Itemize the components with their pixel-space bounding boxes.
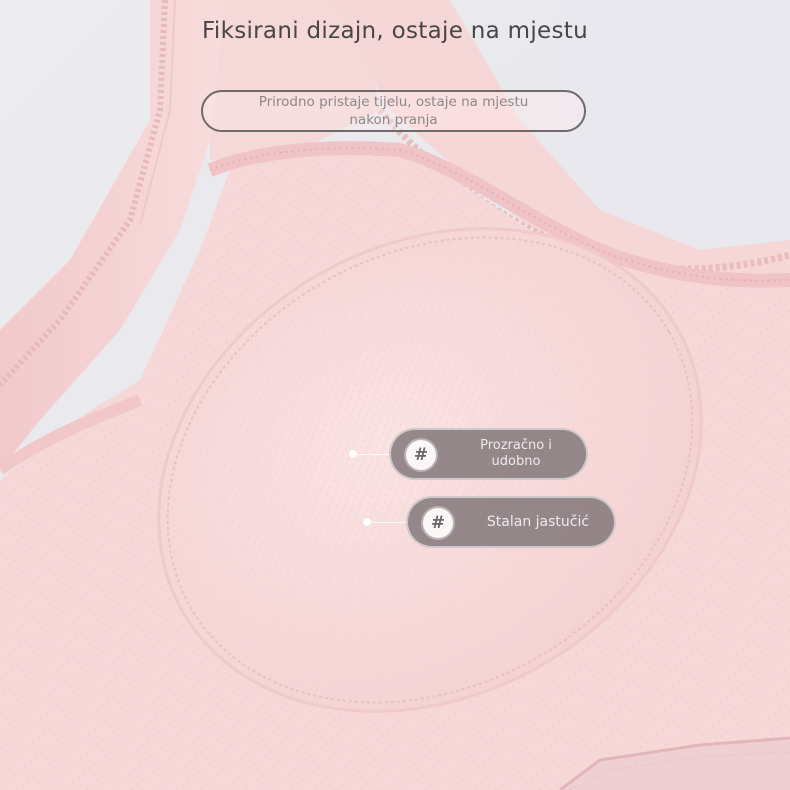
callout-2-connector-line (371, 522, 408, 523)
subtitle-pill: Prirodno pristaje tijelu, ostaje na mjes… (201, 90, 586, 132)
callout-1-line-2: udobno (491, 454, 541, 469)
callout-2-anchor-dot (363, 518, 371, 526)
subtitle-line-1: Prirodno pristaje tijelu, ostaje na mjes… (258, 94, 529, 110)
callout-stable-pad: # Stalan jastučić (406, 496, 616, 548)
headline: Fiksirani dizajn, ostaje na mjestu (202, 18, 588, 44)
callout-1-text: Prozračno i udobno (451, 438, 581, 470)
product-image-canvas: Fiksirani dizajn, ostaje na mjestu Priro… (0, 0, 790, 790)
callout-1-connector-line (357, 454, 391, 455)
hash-icon: # (423, 508, 453, 538)
subtitle-line-2: nakon pranja (349, 112, 438, 128)
hash-icon: # (406, 440, 436, 470)
callout-breathable: # Prozračno i udobno (389, 428, 588, 480)
callout-2-text: Stalan jastučić (486, 514, 590, 530)
callout-1-line-1: Prozračno i (480, 438, 552, 453)
callout-1-anchor-dot (349, 450, 357, 458)
